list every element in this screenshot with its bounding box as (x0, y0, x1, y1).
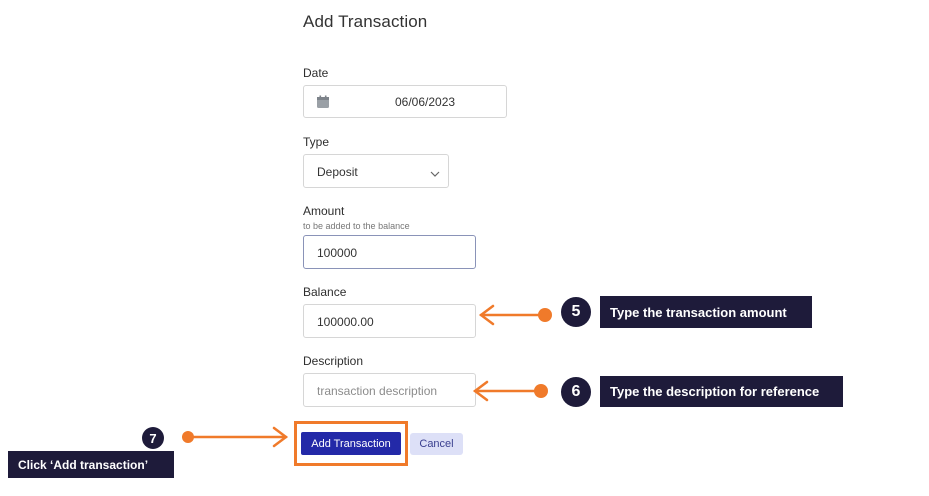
step5-callout: Type the transaction amount (600, 296, 812, 328)
annotation-arrows (182, 304, 552, 448)
step6-dot (534, 384, 548, 398)
step7-callout: Click ‘Add transaction’ (8, 451, 174, 478)
step6-callout: Type the description for reference (600, 376, 843, 407)
step6-badge: 6 (561, 377, 591, 407)
step5-dot (538, 308, 552, 322)
step7-badge: 7 (142, 427, 164, 449)
step5-badge: 5 (561, 297, 591, 327)
step7-dot (182, 431, 194, 443)
